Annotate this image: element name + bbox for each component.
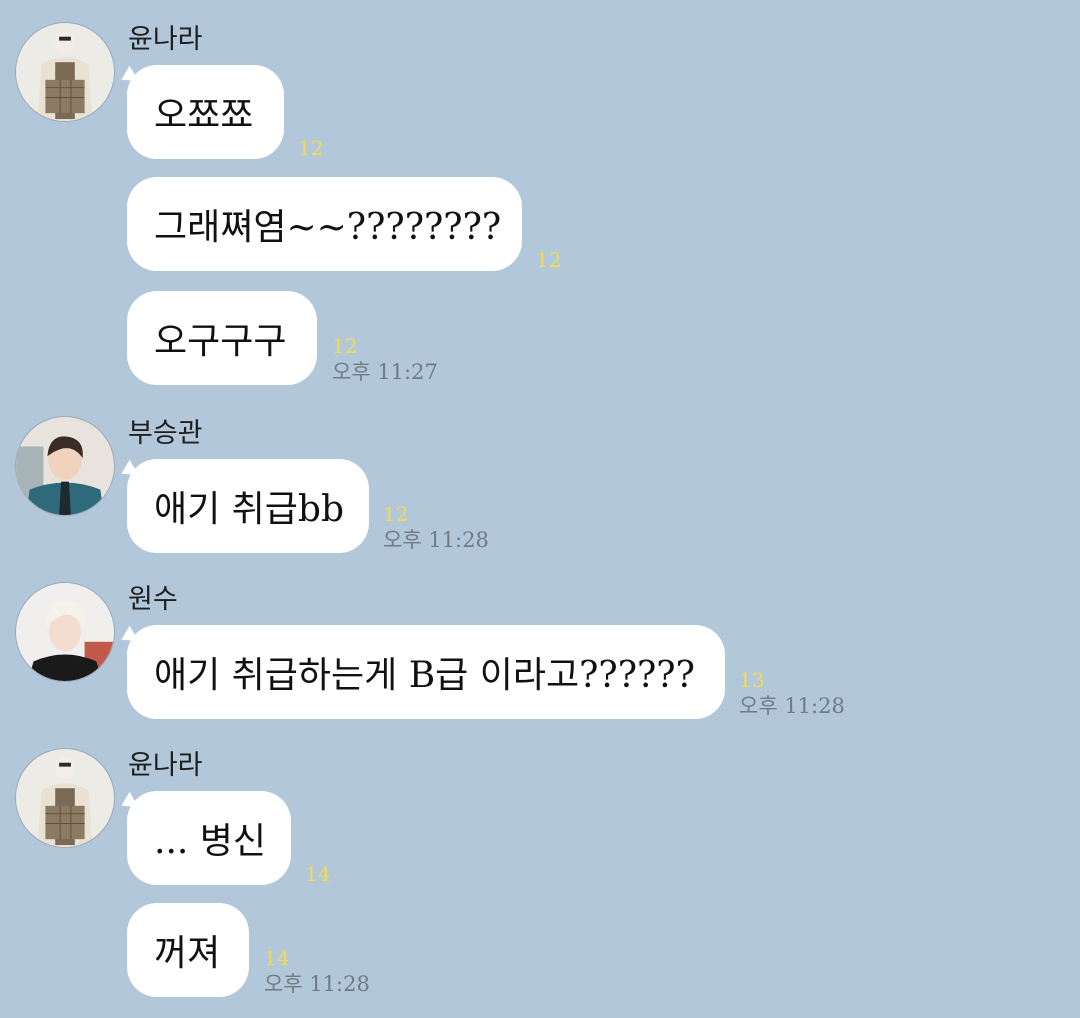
message-bubble[interactable]: 오쬬쬬 [127, 65, 284, 159]
message-bubble[interactable]: 그래쪄염~~???????? [127, 177, 522, 271]
message-text: 꺼져 [154, 933, 221, 974]
message-text: 그래쪄염~~???????? [154, 207, 502, 248]
message-text: 애기 취급bb [154, 489, 345, 530]
sender-name: 원수 [128, 584, 178, 615]
message-time: 오후 11:28 [264, 972, 370, 996]
sender-name: 윤나라 [128, 24, 203, 55]
sender-name: 부승관 [128, 418, 203, 449]
unread-count: 12 [298, 136, 324, 160]
unread-count: 14 [264, 946, 290, 970]
unread-count: 12 [332, 334, 358, 358]
unread-count: 14 [305, 862, 331, 886]
chat-message-list[interactable]: 윤나라 오쬬쬬 12 그래쪄염~~???????? 12 오구구구 12 오후 … [0, 0, 1080, 1018]
avatar[interactable] [15, 22, 115, 122]
user-photo-avatar-icon [16, 583, 114, 681]
user-photo-avatar-icon [16, 23, 114, 121]
message-text: ... 병신 [154, 821, 267, 862]
message-text: 오쬬쬬 [154, 95, 254, 136]
message-bubble[interactable]: 꺼져 [127, 903, 249, 997]
message-bubble[interactable]: 오구구구 [127, 291, 317, 385]
message-text: 오구구구 [154, 321, 287, 362]
message-bubble[interactable]: 애기 취급bb [127, 459, 369, 553]
message-text: 애기 취급하는게 B급 이라고?????? [154, 655, 695, 696]
avatar[interactable] [15, 748, 115, 848]
message-bubble[interactable]: 애기 취급하는게 B급 이라고?????? [127, 625, 725, 719]
user-photo-avatar-icon [16, 417, 114, 515]
unread-count: 12 [383, 502, 409, 526]
unread-count: 12 [536, 248, 562, 272]
avatar[interactable] [15, 416, 115, 516]
message-time: 오후 11:27 [332, 360, 438, 384]
sender-name: 윤나라 [128, 750, 203, 781]
user-photo-avatar-icon [16, 749, 114, 847]
unread-count: 13 [739, 668, 765, 692]
message-bubble[interactable]: ... 병신 [127, 791, 291, 885]
message-time: 오후 11:28 [383, 528, 489, 552]
message-time: 오후 11:28 [739, 694, 845, 718]
avatar[interactable] [15, 582, 115, 682]
